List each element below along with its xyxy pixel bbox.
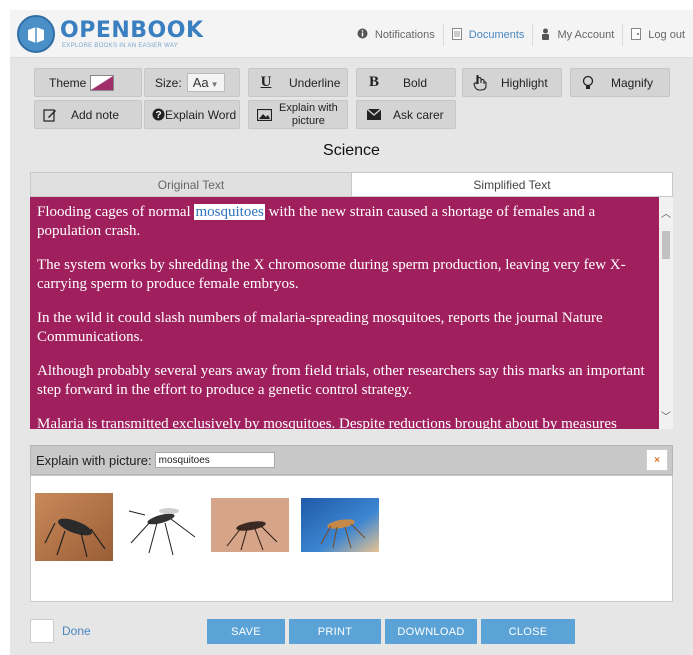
paragraph-2: The system works by shredding the X chro… [37, 257, 626, 292]
mosquito-photo-1[interactable] [35, 493, 113, 561]
download-button[interactable]: DOWNLOAD [385, 619, 477, 644]
nav-log-out[interactable]: Log out [622, 24, 693, 46]
theme-label: Theme [49, 75, 87, 90]
text-tabs: Original Text Simplified Text [30, 172, 673, 197]
reading-scrollbar[interactable]: ︿ ﹀ [659, 197, 673, 429]
done-label[interactable]: Done [62, 624, 91, 638]
paragraph-1: Flooding cages of normal mosquitoes with… [37, 203, 657, 241]
user-icon [541, 28, 550, 43]
reading-text: Flooding cages of normal mosquitoes with… [37, 203, 657, 429]
nav-notifications-label: Notifications [374, 29, 435, 41]
highlight-label: Highlight [501, 75, 548, 90]
document-icon [451, 27, 462, 43]
info-circle-icon [357, 28, 368, 42]
explain-picture-header: Explain with picture: × [30, 445, 673, 475]
close-icon[interactable]: × [646, 449, 668, 471]
save-button[interactable]: SAVE [207, 619, 285, 644]
ask-carer-button[interactable]: Ask carer [356, 100, 456, 129]
brand-name[interactable]: OPENBOOK [60, 18, 204, 43]
bold-label: Bold [403, 75, 428, 90]
paragraph-1-start: Flooding cages of normal [37, 204, 195, 220]
picture-icon [255, 106, 273, 124]
explain-with-picture-button[interactable]: Explain with picture [248, 100, 348, 129]
mosquito-photo-2[interactable] [123, 493, 201, 561]
tab-original-text[interactable]: Original Text [30, 172, 352, 197]
explain-picture-title: Explain with picture: [36, 452, 152, 468]
brand-tagline: EXPLORE BOOKS IN AN EASIER WAY [62, 43, 179, 49]
underline-label: Underline [289, 75, 341, 90]
size-select[interactable]: Aa ▼ [186, 73, 225, 92]
chevron-down-icon[interactable]: ﹀ [661, 408, 671, 423]
theme-swatch [90, 74, 115, 91]
explain-picture-label: Explain with picture [279, 102, 338, 128]
print-button[interactable]: PRINT [289, 619, 381, 644]
nav-notifications[interactable]: Notifications [349, 24, 443, 46]
highlighted-word[interactable]: mosquitoes [194, 204, 265, 220]
lightbulb-icon [579, 74, 597, 92]
close-button[interactable]: CLOSE [481, 619, 575, 644]
scrollbar-thumb[interactable] [662, 231, 670, 259]
pencil-icon [41, 106, 59, 124]
envelope-icon [365, 106, 383, 124]
top-nav: Notifications Documents My Account Log o… [349, 24, 693, 46]
nav-my-account[interactable]: My Account [532, 24, 622, 46]
reading-panel[interactable]: Flooding cages of normal mosquitoes with… [30, 197, 673, 429]
size-button[interactable]: Size: Aa ▼ [144, 68, 240, 97]
header: OPENBOOK EXPLORE BOOKS IN AN EASIER WAY … [10, 10, 693, 58]
bold-button[interactable]: B Bold [356, 68, 456, 97]
bold-icon: B [368, 74, 379, 90]
explain-picture-results [30, 475, 673, 602]
paragraph-5: Malaria is transmitted exclusively by mo… [37, 416, 617, 429]
add-note-label: Add note [71, 107, 120, 122]
nav-documents-label: Documents [468, 29, 525, 41]
logo-book-icon [17, 15, 55, 53]
nav-my-account-label: My Account [557, 29, 615, 41]
underline-icon: U [260, 74, 272, 90]
explain-picture-query-input[interactable] [154, 452, 275, 468]
size-label: Size: [155, 75, 182, 90]
magnify-button[interactable]: Magnify [570, 68, 670, 97]
highlight-button[interactable]: Highlight [462, 68, 562, 97]
app-frame: OPENBOOK EXPLORE BOOKS IN AN EASIER WAY … [10, 10, 693, 655]
add-note-button[interactable]: Add note [34, 100, 142, 129]
chevron-up-icon[interactable]: ︿ [661, 205, 671, 220]
explain-picture-label-line2: picture [291, 114, 325, 127]
paragraph-4: Although probably several years away fro… [37, 363, 645, 398]
explain-word-button[interactable]: ? Explain Word [144, 100, 240, 129]
paragraph-3: In the wild it could slash numbers of ma… [37, 310, 603, 345]
hand-pointer-icon [471, 74, 489, 92]
nav-log-out-label: Log out [648, 29, 685, 41]
svg-text:?: ? [155, 110, 161, 121]
size-value: Aa [192, 75, 209, 90]
mosquito-photo-3[interactable] [211, 498, 289, 552]
done-checkbox[interactable] [30, 619, 54, 643]
logout-icon [631, 27, 642, 43]
tab-simplified-text[interactable]: Simplified Text [352, 172, 673, 197]
magnify-label: Magnify [611, 75, 654, 90]
explain-picture-label-line1: Explain with [279, 101, 338, 114]
nav-documents[interactable]: Documents [442, 24, 533, 46]
ask-carer-label: Ask carer [393, 107, 444, 122]
page-title: Science [323, 142, 380, 159]
underline-button[interactable]: U Underline [248, 68, 348, 97]
caret-down-icon: ▼ [210, 80, 219, 89]
theme-button[interactable]: Theme [34, 68, 142, 97]
explain-word-label: Explain Word [165, 107, 237, 122]
mosquito-photo-4[interactable] [301, 498, 379, 552]
